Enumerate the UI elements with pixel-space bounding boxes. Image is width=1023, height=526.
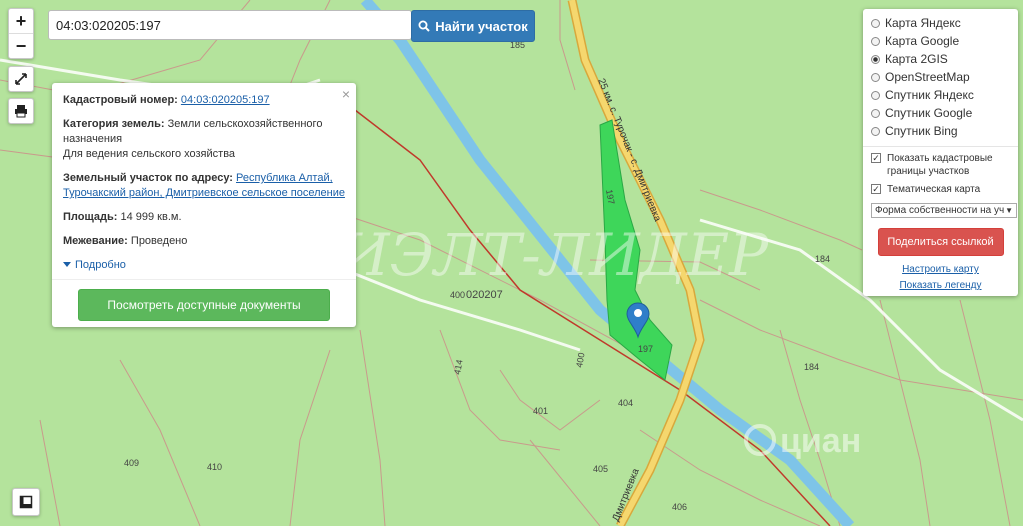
chevron-down-icon: ▼ xyxy=(1005,206,1013,215)
ownership-select[interactable]: Форма собственности на уч ▼ xyxy=(871,203,1017,218)
cadastral-number-row: Кадастровый номер: 04:03:020205:197 xyxy=(63,93,345,108)
survey-label: Межевание: xyxy=(63,235,128,247)
radio-icon xyxy=(871,72,880,82)
watermark-rielt-lider: РИЭЛТ-ЛИДЕР xyxy=(299,221,769,289)
zoom-out-button[interactable]: − xyxy=(9,33,33,58)
address-row: Земельный участок по адресу: Республика … xyxy=(63,171,345,201)
area-label: Площадь: xyxy=(63,211,118,223)
show-legend-link[interactable]: Показать легенду xyxy=(871,280,1010,291)
search-icon xyxy=(418,20,430,32)
zoom-control: + − xyxy=(8,8,34,59)
svg-text:циан: циан xyxy=(780,422,861,460)
share-link-button[interactable]: Поделиться ссылкой xyxy=(877,228,1004,256)
area-row: Площадь: 14 999 кв.м. xyxy=(63,210,345,225)
layer-option-yandex-map[interactable]: Карта Яндекс xyxy=(871,14,1010,32)
layer-option-label: Спутник Яндекс xyxy=(885,88,974,102)
parcel-label-400-a: 400 xyxy=(450,290,465,300)
layer-option-label: OpenStreetMap xyxy=(885,70,970,84)
survey-value: Проведено xyxy=(130,235,188,247)
view-documents-button[interactable]: Посмотреть доступные документы xyxy=(78,288,330,321)
checkbox-checked-icon: ✓ xyxy=(871,184,881,194)
parcel-label-405: 405 xyxy=(593,464,608,474)
radio-icon xyxy=(871,108,880,118)
survey-row: Межевание: Проведено xyxy=(63,234,345,249)
zoom-in-button[interactable]: + xyxy=(9,9,33,33)
block-label-020207: 020207 xyxy=(466,289,503,301)
overlay-label: Показать кадастровые границы участков xyxy=(887,153,993,177)
layer-option-label: Спутник Bing xyxy=(885,124,958,138)
print-button[interactable] xyxy=(8,98,34,124)
overlay-cadastral-borders[interactable]: ✓ Показать кадастровые границы участков xyxy=(871,152,1010,178)
popup-divider xyxy=(52,278,356,280)
layer-option-google-map[interactable]: Карта Google xyxy=(871,32,1010,50)
layer-option-label: Карта Google xyxy=(885,34,960,48)
layer-option-google-satellite[interactable]: Спутник Google xyxy=(871,104,1010,122)
overlay-label: Тематическая карта xyxy=(887,184,981,195)
parcel-label-184-b: 184 xyxy=(804,362,819,372)
land-category-label: Категория земель: xyxy=(63,118,165,130)
fullscreen-button[interactable] xyxy=(8,66,34,92)
radio-icon xyxy=(871,36,880,46)
layer-option-osm[interactable]: OpenStreetMap xyxy=(871,68,1010,86)
cadastral-number-label: Кадастровый номер: xyxy=(63,94,178,106)
parcel-label-197-b: 197 xyxy=(638,344,653,354)
layer-option-label: Карта Яндекс xyxy=(885,16,961,30)
panel-icon xyxy=(19,495,33,509)
layers-divider xyxy=(863,146,1018,147)
parcel-label-404: 404 xyxy=(618,398,633,408)
radio-icon xyxy=(871,126,880,136)
parcel-label-184-a: 184 xyxy=(815,254,830,264)
layer-option-label: Карта 2GIS xyxy=(885,52,948,66)
layer-option-yandex-satellite[interactable]: Спутник Яндекс xyxy=(871,86,1010,104)
expand-icon xyxy=(15,73,27,85)
radio-icon xyxy=(871,18,880,28)
parcel-label-406: 406 xyxy=(672,502,687,512)
checkbox-checked-icon: ✓ xyxy=(871,153,881,163)
details-toggle[interactable]: Подробно xyxy=(63,259,126,271)
ownership-select-value: Форма собственности на уч xyxy=(875,205,1005,216)
layer-option-label: Спутник Google xyxy=(885,106,973,120)
printer-icon xyxy=(15,105,27,118)
address-link-region[interactable]: Республика Алтай, xyxy=(236,172,333,184)
close-icon[interactable]: × xyxy=(342,86,350,102)
configure-map-link[interactable]: Настроить карту xyxy=(871,264,1010,275)
address-label: Земельный участок по адресу: xyxy=(63,172,233,184)
parcel-label-410: 410 xyxy=(207,462,222,472)
radio-selected-icon xyxy=(871,54,880,64)
parcel-label-409: 409 xyxy=(124,458,139,468)
area-value: 14 999 кв.м. xyxy=(120,211,182,223)
find-parcel-button[interactable]: Найти участок xyxy=(411,10,535,42)
radio-icon xyxy=(871,90,880,100)
layers-panel: Карта Яндекс Карта Google Карта 2GIS Ope… xyxy=(863,9,1018,296)
overlay-thematic-map[interactable]: ✓ Тематическая карта xyxy=(871,183,1010,196)
address-link-district[interactable]: Турочакский район, Дмитриевское сельское… xyxy=(63,187,345,199)
search-input[interactable] xyxy=(48,10,412,40)
layer-option-2gis-map[interactable]: Карта 2GIS xyxy=(871,50,1010,68)
parcel-info-popup: × Кадастровый номер: 04:03:020205:197 Ка… xyxy=(52,83,356,327)
parcel-label-401: 401 xyxy=(533,406,548,416)
find-parcel-label: Найти участок xyxy=(435,18,528,34)
layer-option-bing-satellite[interactable]: Спутник Bing xyxy=(871,122,1010,140)
cadastral-number-link[interactable]: 04:03:020205:197 xyxy=(181,94,270,106)
land-category-row: Категория земель: Земли сельскохозяйстве… xyxy=(63,117,345,162)
sidebar-toggle-button[interactable] xyxy=(12,488,40,516)
land-use-value: Для ведения сельского хозяйства xyxy=(63,148,236,160)
